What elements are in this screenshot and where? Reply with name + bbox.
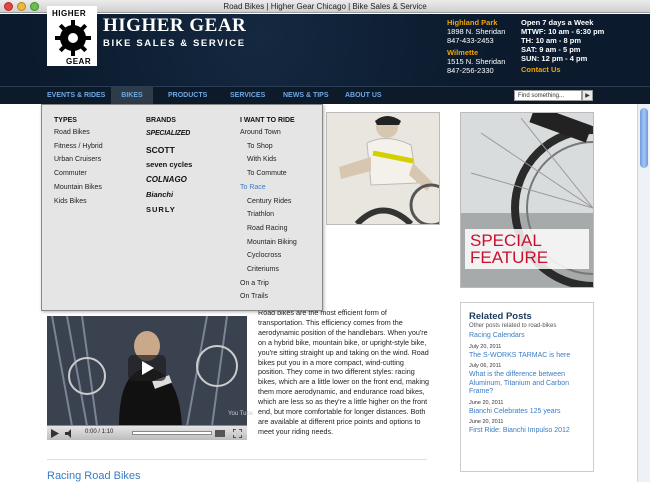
location-name[interactable]: Wilmette	[447, 48, 505, 57]
logo-text-top: HIGHER	[52, 9, 87, 18]
related-post-link[interactable]: Bianchi Celebrates 125 years	[469, 408, 587, 417]
dropdown-item[interactable]: Road Bikes	[54, 126, 103, 140]
bikes-dropdown-menu: TYPES Road Bikes Fitness / Hybrid Urban …	[41, 104, 323, 311]
dropdown-item[interactable]: Kids Bikes	[54, 195, 103, 209]
fullscreen-icon[interactable]	[233, 429, 242, 438]
volume-icon[interactable]	[65, 429, 75, 438]
related-post-link[interactable]: The S-WORKS TARMAC is here	[469, 352, 587, 361]
video-time: 0:00 / 1:10	[85, 429, 114, 435]
special-feature-text: SPECIAL FEATURE	[470, 232, 548, 266]
nav-bikes[interactable]: BIKES	[111, 87, 153, 105]
dropdown-types-column: TYPES Road Bikes Fitness / Hybrid Urban …	[54, 117, 103, 208]
video-youtube-badge: You Tube	[228, 411, 254, 417]
main-nav: EVENTS & RIDES BIKES PRODUCTS SERVICES N…	[0, 86, 650, 105]
play-icon[interactable]	[50, 429, 59, 438]
logo-text-bottom: GEAR	[66, 57, 92, 66]
site-logo[interactable]: HIGHER GEAR	[47, 6, 97, 66]
location-highland-park: Highland Park 1898 N. Sheridan 847-433-2…	[447, 18, 505, 45]
dropdown-brands-heading: BRANDS	[146, 117, 176, 124]
cyclist-photo	[327, 113, 453, 227]
window-title: Road Bikes | Higher Gear Chicago | Bike …	[223, 2, 427, 11]
related-post-date: June 20, 2011	[469, 399, 504, 406]
scrollbar-thumb[interactable]	[640, 108, 648, 168]
related-post-link[interactable]: Racing Calendars	[469, 332, 587, 341]
dropdown-subitem[interactable]: Mountain Biking	[240, 236, 297, 250]
store-hours: Open 7 days a Week MTWF: 10 am - 6:30 pm…	[521, 18, 604, 74]
dropdown-item-active[interactable]: To Race	[240, 181, 297, 195]
video-progress-bar[interactable]	[132, 431, 212, 435]
dropdown-subitem[interactable]: Century Rides	[240, 195, 297, 209]
dropdown-subitem[interactable]: Triathlon	[240, 208, 297, 222]
hero-photo	[326, 112, 453, 227]
dropdown-subitem[interactable]: With Kids	[240, 153, 297, 167]
zoom-window-button[interactable]	[30, 2, 39, 11]
nav-products[interactable]: PRODUCTS	[168, 87, 207, 105]
location-wilmette: Wilmette 1515 N. Sheridan 847-256-2330	[447, 48, 505, 75]
dropdown-subitem[interactable]: To Commute	[240, 167, 297, 181]
dropdown-item[interactable]: On a Trip	[240, 277, 297, 291]
related-post-link[interactable]: What is the difference between Aluminum,…	[469, 371, 587, 397]
dropdown-subitem[interactable]: Criteriums	[240, 263, 297, 277]
dropdown-subitem[interactable]: To Shop	[240, 140, 297, 154]
settings-icon[interactable]	[215, 430, 225, 437]
brand-logo-bianchi[interactable]: Bianchi	[146, 190, 192, 205]
dropdown-item[interactable]: Mountain Bikes	[54, 181, 103, 195]
related-posts-list: Racing Calendars July 20, 2011 The S-WOR…	[469, 332, 587, 436]
dropdown-subitem[interactable]: Road Racing	[240, 222, 297, 236]
play-icon	[142, 361, 154, 375]
related-post-date: July 20, 2011	[469, 343, 502, 350]
search-input[interactable]: Find something...	[514, 90, 582, 101]
hours-line: SUN: 12 pm - 4 pm	[521, 54, 588, 63]
close-window-button[interactable]	[4, 2, 13, 11]
special-feature-line2: FEATURE	[470, 248, 549, 267]
dropdown-brands-column: BRANDS SPECIALIZED SCOTT seven cycles CO…	[146, 117, 192, 220]
brand-logo-seven-cycles[interactable]: seven cycles	[146, 160, 192, 175]
location-phone: 847-433-2453	[447, 36, 494, 45]
hours-line: MTWF: 10 am - 6:30 pm	[521, 27, 605, 36]
section-title[interactable]: Racing Road Bikes	[47, 470, 141, 482]
brand-name[interactable]: HIGHER GEAR	[103, 15, 246, 37]
dropdown-item[interactable]: Commuter	[54, 167, 103, 181]
nav-services[interactable]: SERVICES	[230, 87, 265, 105]
dropdown-subitem[interactable]: Cyclocross	[240, 249, 297, 263]
minimize-window-button[interactable]	[17, 2, 26, 11]
related-posts-title: Related Posts	[469, 311, 532, 322]
divider	[47, 459, 427, 460]
dropdown-item[interactable]: On Trails	[240, 290, 297, 304]
dropdown-types-heading: TYPES	[54, 117, 77, 124]
brand-logo-specialized[interactable]: SPECIALIZED	[146, 130, 192, 145]
dropdown-item[interactable]: Around Town	[240, 126, 297, 140]
search-button[interactable]: ▶	[582, 90, 593, 101]
video-play-overlay-button[interactable]	[128, 355, 166, 381]
dropdown-ride-heading: I WANT TO RIDE	[240, 117, 295, 124]
related-post-date: June 20, 2011	[469, 419, 504, 425]
article-body: Road bikes are the most efficient form o…	[258, 308, 429, 436]
brand-logo-scott[interactable]: SCOTT	[146, 145, 192, 160]
brand-tagline: BIKE SALES & SERVICE	[103, 38, 246, 49]
location-address: 1515 N. Sheridan	[447, 57, 506, 66]
nav-news-tips[interactable]: NEWS & TIPS	[283, 87, 329, 105]
related-posts-subtitle: Other posts related to road-bikes	[469, 323, 557, 329]
location-name[interactable]: Highland Park	[447, 18, 505, 27]
dropdown-ride-column: I WANT TO RIDE Around Town To Shop With …	[240, 117, 297, 304]
nav-about-us[interactable]: ABOUT US	[345, 87, 382, 105]
contact-us-link[interactable]: Contact Us	[521, 65, 604, 74]
related-post-link[interactable]: First Ride: Bianchi Impulso 2012	[469, 427, 587, 436]
window-titlebar: Road Bikes | Higher Gear Chicago | Bike …	[0, 0, 650, 13]
special-feature-line1: SPECIAL	[470, 231, 542, 250]
nav-events-rides[interactable]: EVENTS & RIDES	[47, 87, 105, 105]
hours-heading: Open 7 days a Week	[521, 18, 594, 27]
related-post-date: July 06, 2011	[469, 363, 502, 369]
brand-logo-surly[interactable]: SURLY	[146, 205, 192, 220]
brand-logo-colnago[interactable]: COLNAGO	[146, 175, 192, 190]
location-address: 1898 N. Sheridan	[447, 27, 506, 36]
location-phone: 847-256-2330	[447, 66, 494, 75]
hours-line: SAT: 9 am - 5 pm	[521, 45, 581, 54]
gear-icon	[55, 20, 91, 56]
hours-line: TH: 10 am - 8 pm	[521, 36, 582, 45]
video-controls: 0:00 / 1:10	[47, 425, 247, 440]
dropdown-item[interactable]: Fitness / Hybrid	[54, 140, 103, 154]
dropdown-item[interactable]: Urban Cruisers	[54, 153, 103, 167]
